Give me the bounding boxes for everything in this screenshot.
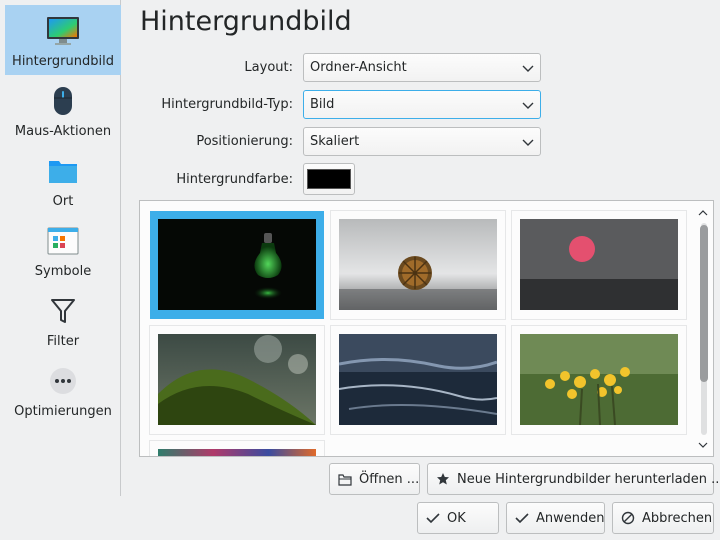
wallpaper-grid <box>139 200 714 457</box>
folder-open-icon <box>338 473 352 486</box>
chevron-down-icon <box>522 99 534 115</box>
wallpaper-thumb-yellow-flowers[interactable] <box>512 326 686 434</box>
star-icon <box>436 472 450 486</box>
checkmark-icon <box>426 512 440 524</box>
wallpaper-thumb-moss[interactable] <box>150 326 324 434</box>
scrollbar[interactable] <box>697 207 709 451</box>
wallpaper-image <box>520 219 678 310</box>
sidebar-item-filter[interactable]: Filter <box>5 285 121 355</box>
ok-button[interactable]: OK <box>417 502 499 534</box>
sidebar-item-symbole[interactable]: Symbole <box>5 215 121 285</box>
download-wallpapers-button[interactable]: Neue Hintergrundbilder herunterladen ... <box>427 463 720 495</box>
color-label: Hintergrundfarbe: <box>176 172 293 187</box>
sidebar: Hintergrundbild Maus-Aktionen Ort Symbol… <box>0 0 121 496</box>
wallpaper-image <box>339 334 497 425</box>
download-label: Neue Hintergrundbilder herunterladen ... <box>457 471 720 487</box>
layout-label: Layout: <box>244 60 293 75</box>
monitor-wallpaper-icon <box>46 11 80 51</box>
chevron-down-icon <box>522 62 534 78</box>
cancel-label: Abbrechen <box>642 510 713 526</box>
mouse-icon <box>52 81 74 121</box>
wallpaper-image <box>158 219 316 310</box>
more-options-icon <box>48 361 78 401</box>
wallpaper-image <box>158 449 316 456</box>
chevron-down-icon <box>522 136 534 152</box>
sidebar-item-label: Optimierungen <box>14 404 112 419</box>
scroll-handle[interactable] <box>700 225 708 382</box>
open-button[interactable]: Öffnen ... <box>329 463 420 495</box>
icons-grid-icon <box>47 221 79 261</box>
position-label: Positionierung: <box>196 134 293 149</box>
cancel-icon <box>621 511 635 525</box>
apply-button[interactable]: Anwenden <box>506 502 605 534</box>
sidebar-item-label: Hintergrundbild <box>12 54 114 69</box>
filter-funnel-icon <box>50 291 76 331</box>
folder-icon <box>48 151 78 191</box>
sidebar-item-hintergrundbild[interactable]: Hintergrundbild <box>5 5 121 75</box>
layout-select[interactable]: Ordner-Ansicht <box>303 53 541 82</box>
wallpaper-image <box>520 334 678 425</box>
scroll-up-icon[interactable] <box>697 207 709 219</box>
wallpaper-image <box>158 334 316 425</box>
wallpaper-thumb-red-sun[interactable] <box>512 211 686 319</box>
sidebar-item-ort[interactable]: Ort <box>5 145 121 215</box>
wallpaper-type-select[interactable]: Bild <box>303 90 541 119</box>
positioning-select[interactable]: Skaliert <box>303 127 541 156</box>
sidebar-item-optimierungen[interactable]: Optimierungen <box>5 355 121 425</box>
background-color-button[interactable] <box>303 163 355 195</box>
type-label: Hintergrundbild-Typ: <box>161 97 293 112</box>
checkmark-icon <box>515 512 529 524</box>
wallpaper-thumb-green-lightbulb[interactable] <box>150 211 324 319</box>
apply-label: Anwenden <box>536 510 605 526</box>
layout-value: Ordner-Ansicht <box>310 60 407 75</box>
type-value: Bild <box>310 97 335 112</box>
position-value: Skaliert <box>310 134 360 149</box>
open-label: Öffnen ... <box>359 471 420 487</box>
sidebar-item-label: Filter <box>46 334 80 349</box>
wallpaper-thumb-colorful[interactable] <box>150 441 324 456</box>
scroll-down-icon[interactable] <box>697 439 709 451</box>
page-title: Hintergrundbild <box>140 6 352 37</box>
sidebar-item-maus-aktionen[interactable]: Maus-Aktionen <box>5 75 121 145</box>
color-swatch <box>307 169 351 189</box>
sidebar-item-label: Symbole <box>34 264 92 279</box>
wallpaper-thumb-beach[interactable] <box>331 326 505 434</box>
sidebar-item-label: Maus-Aktionen <box>14 124 112 139</box>
wallpaper-image <box>339 219 497 310</box>
ok-label: OK <box>447 510 466 526</box>
wallpaper-thumb-chestnut[interactable] <box>331 211 505 319</box>
sidebar-item-label: Ort <box>52 194 74 209</box>
cancel-button[interactable]: Abbrechen <box>612 502 714 534</box>
